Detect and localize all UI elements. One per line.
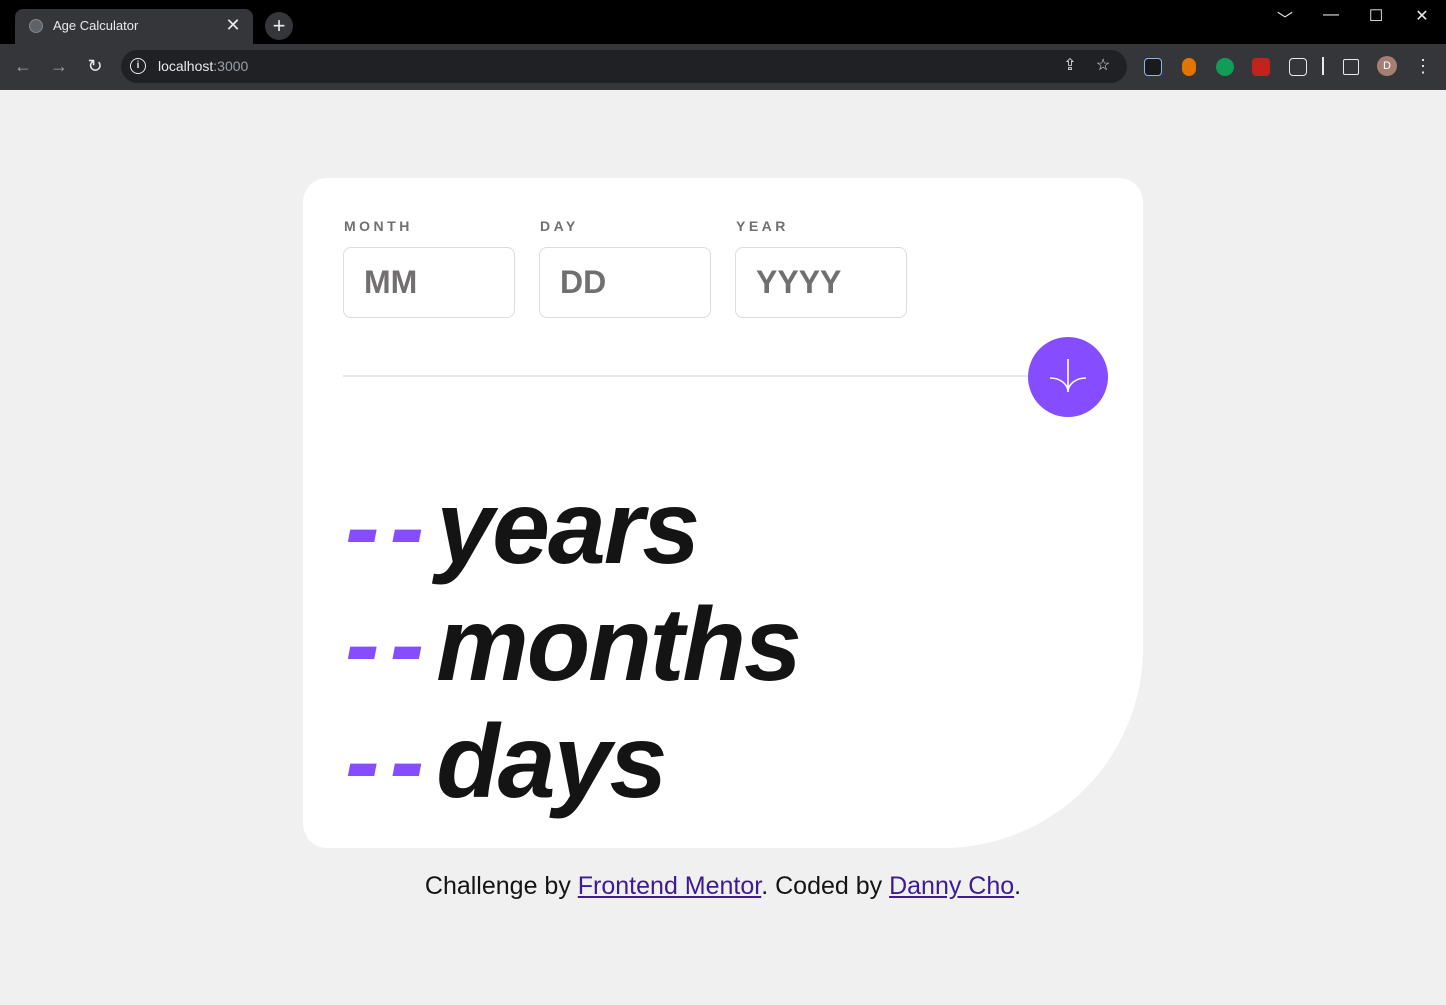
extension-icon[interactable] bbox=[1182, 58, 1196, 76]
browser-toolbar: ← → ↻ i localhost:3000 ⇪ ☆ D ⋮ bbox=[0, 44, 1446, 90]
avatar[interactable]: D bbox=[1377, 56, 1397, 76]
result-months: --months bbox=[345, 587, 802, 704]
attribution-footer: Challenge by Frontend Mentor. Coded by D… bbox=[0, 872, 1446, 901]
age-calculator-card: MONTH DAY YEAR --years --months --days bbox=[303, 178, 1143, 848]
reload-icon[interactable]: ↻ bbox=[83, 54, 107, 78]
result-days: --days bbox=[345, 704, 800, 821]
tab-close-button[interactable]: ✕ bbox=[223, 15, 243, 35]
day-label: DAY bbox=[540, 218, 579, 234]
author-link[interactable]: Danny Cho bbox=[889, 872, 1014, 900]
maximize-button[interactable]: ☐ bbox=[1361, 6, 1391, 26]
days-value: -- bbox=[345, 704, 435, 820]
day-input[interactable] bbox=[539, 247, 711, 318]
footer-suffix: . bbox=[1014, 872, 1022, 900]
url-host: localhost bbox=[158, 58, 214, 74]
years-unit: years bbox=[436, 470, 700, 586]
calculate-button[interactable] bbox=[1028, 337, 1108, 417]
new-tab-button[interactable]: + bbox=[265, 12, 293, 40]
months-unit: months bbox=[436, 587, 802, 703]
bookmark-star-icon[interactable]: ☆ bbox=[1093, 56, 1113, 76]
year-label: YEAR bbox=[736, 218, 789, 234]
side-panel-icon[interactable] bbox=[1343, 59, 1359, 75]
footer-prefix: Challenge by bbox=[424, 872, 578, 900]
year-input[interactable] bbox=[735, 247, 907, 318]
months-value: -- bbox=[345, 587, 435, 703]
info-icon[interactable]: i bbox=[130, 58, 146, 74]
address-bar[interactable]: i localhost:3000 ⇪ ☆ bbox=[121, 50, 1127, 83]
puzzle-icon[interactable] bbox=[1289, 58, 1307, 76]
back-arrow-icon[interactable]: ← bbox=[11, 54, 35, 78]
result-years: --years bbox=[345, 470, 800, 587]
close-window-button[interactable]: ✕ bbox=[1407, 6, 1437, 26]
url-text[interactable]: localhost:3000 bbox=[158, 58, 248, 74]
globe-icon bbox=[29, 19, 43, 33]
url-port: :3000 bbox=[213, 58, 249, 74]
arrow-down-icon bbox=[1049, 359, 1087, 393]
tab-search-button[interactable]: ﹀ bbox=[1270, 6, 1300, 30]
browser-tab[interactable]: Age Calculator ✕ bbox=[15, 9, 253, 44]
year-field: YEAR bbox=[735, 218, 907, 318]
forward-arrow-icon[interactable]: → bbox=[47, 54, 71, 78]
browser-titlebar: Age Calculator ✕ + ﹀ — ☐ ✕ bbox=[0, 0, 1446, 44]
results: --years --months --days bbox=[345, 470, 802, 821]
month-field: MONTH bbox=[343, 218, 515, 318]
tab-title: Age Calculator bbox=[53, 18, 139, 33]
frontend-mentor-link[interactable]: Frontend Mentor bbox=[578, 872, 761, 900]
day-field: DAY bbox=[539, 218, 711, 318]
divider bbox=[343, 375, 1043, 377]
days-unit: days bbox=[436, 704, 667, 820]
quote-extension-icon[interactable] bbox=[1216, 58, 1234, 76]
extension-icon[interactable] bbox=[1252, 58, 1270, 76]
menu-icon[interactable]: ⋮ bbox=[1411, 54, 1435, 78]
footer-middle: . Coded by bbox=[761, 872, 890, 900]
share-icon[interactable]: ⇪ bbox=[1060, 56, 1080, 76]
eyedropper-extension-icon[interactable] bbox=[1144, 58, 1162, 76]
month-input[interactable] bbox=[343, 247, 515, 318]
years-value: -- bbox=[345, 470, 435, 586]
toolbar-divider bbox=[1322, 57, 1324, 75]
minimize-button[interactable]: — bbox=[1316, 6, 1346, 24]
month-label: MONTH bbox=[344, 218, 413, 234]
